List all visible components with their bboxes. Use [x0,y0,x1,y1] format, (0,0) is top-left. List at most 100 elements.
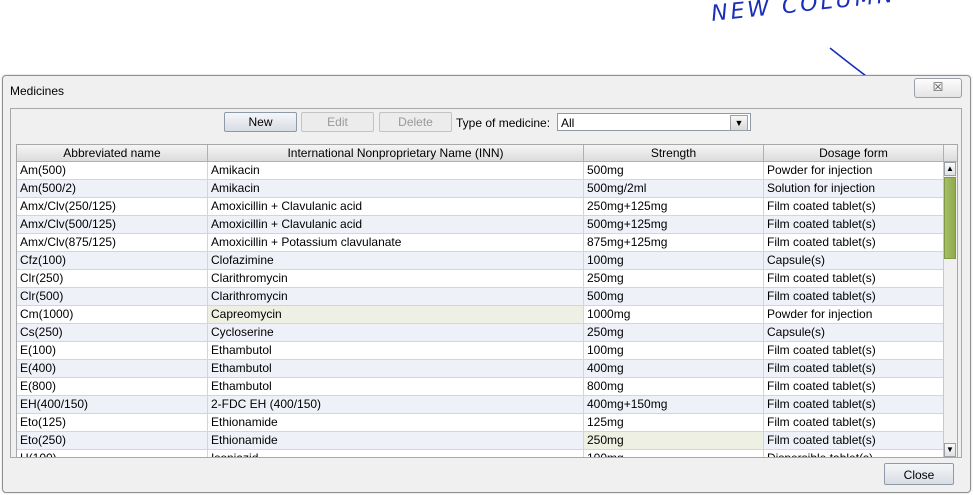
delete-button[interactable]: Delete [379,112,452,132]
table-row[interactable]: E(400) Ethambutol 400mg Film coated tablet(… [17,360,944,378]
cell-dosage-form: Solution for injection [764,180,944,197]
table-row[interactable]: Amx/Clv(500/125) Amoxicillin + Clavulanic… [17,216,944,234]
cell-strength: 500mg [584,162,764,179]
column-header-inn[interactable]: International Nonproprietary Name (INN) [208,145,584,161]
table-row[interactable]: E(800) Ethambutol 800mg Film coated tablet(… [17,378,944,396]
table-row[interactable]: Clr(250) Clarithromycin 250mg Film coated t… [17,270,944,288]
toolbar: New Edit Delete Type of medicine: All ▼ [11,109,961,143]
cell-strength: 100mg [584,342,764,359]
table-body: Am(500) Amikacin 500mg Powder for injection… [17,162,944,457]
table-row[interactable]: Clr(500) Clarithromycin 500mg Film coated t… [17,288,944,306]
scroll-up-icon[interactable]: ▲ [944,162,956,176]
table-row[interactable]: Eto(250) Ethionamide 250mg Film coated tabl… [17,432,944,450]
table-row[interactable]: Am(500) Amikacin 500mg Powder for injection [17,162,944,180]
cell-dosage-form: Film coated tablet(s) [764,396,944,413]
title-bar: Medicines ☒ [3,76,970,104]
cell-abbreviated-name: Eto(125) [17,414,208,431]
table-row[interactable]: Cm(1000) Capreomycin 1000mg Powder for inje… [17,306,944,324]
cell-abbreviated-name: Cs(250) [17,324,208,341]
cell-abbreviated-name: E(100) [17,342,208,359]
cell-dosage-form: Film coated tablet(s) [764,234,944,251]
chevron-down-icon[interactable]: ▼ [730,115,748,131]
cell-strength: 250mg+125mg [584,198,764,215]
cell-abbreviated-name: Am(500/2) [17,180,208,197]
cell-dosage-form: Film coated tablet(s) [764,288,944,305]
cell-inn: Amikacin [208,180,584,197]
cell-strength: 1000mg [584,306,764,323]
table-row[interactable]: Am(500/2) Amikacin 500mg/2ml Solution for i… [17,180,944,198]
cell-abbreviated-name: Cfz(100) [17,252,208,269]
cell-dosage-form: Film coated tablet(s) [764,198,944,215]
window-title: Medicines [10,84,65,98]
cell-inn: Amoxicillin + Clavulanic acid [208,198,584,215]
cell-inn: Isoniazid [208,450,584,457]
cell-inn: Amikacin [208,162,584,179]
table-row[interactable]: Cs(250) Cycloserine 250mg Capsule(s) [17,324,944,342]
cell-strength: 100mg [584,252,764,269]
cell-abbreviated-name: E(400) [17,360,208,377]
cell-inn: 2-FDC EH (400/150) [208,396,584,413]
cell-inn: Ethionamide [208,432,584,449]
cell-strength: 400mg [584,360,764,377]
scroll-down-icon[interactable]: ▼ [944,443,956,457]
table-row[interactable]: Amx/Clv(250/125) Amoxicillin + Clavulanic… [17,198,944,216]
content-panel: New Edit Delete Type of medicine: All ▼ … [10,108,962,458]
cell-dosage-form: Film coated tablet(s) [764,432,944,449]
cell-abbreviated-name: E(800) [17,378,208,395]
cell-strength: 250mg [584,324,764,341]
cell-strength: 250mg [584,270,764,287]
cell-inn: Amoxicillin + Clavulanic acid [208,216,584,233]
cell-inn: Capreomycin [208,306,584,323]
close-icon: ☒ [932,80,944,94]
cell-dosage-form: Powder for injection [764,306,944,323]
cell-strength: 500mg/2ml [584,180,764,197]
cell-abbreviated-name: Amx/Clv(500/125) [17,216,208,233]
cell-inn: Clofazimine [208,252,584,269]
type-of-medicine-select[interactable]: All ▼ [557,113,751,131]
cell-strength: 400mg+150mg [584,396,764,413]
cell-strength: 800mg [584,378,764,395]
column-header-dosage-form[interactable]: Dosage form [764,145,944,161]
cell-inn: Clarithromycin [208,288,584,305]
cell-inn: Ethambutol [208,378,584,395]
column-header-strength[interactable]: Strength [584,145,764,161]
cell-strength: 500mg+125mg [584,216,764,233]
cell-strength: 500mg [584,288,764,305]
cell-dosage-form: Film coated tablet(s) [764,360,944,377]
table-row[interactable]: E(100) Ethambutol 100mg Film coated tablet(… [17,342,944,360]
medicines-table: Abbreviated name International Nonpropri… [16,144,958,458]
cell-strength: 875mg+125mg [584,234,764,251]
vertical-scrollbar[interactable]: ▲ ▼ [943,162,957,457]
cell-dosage-form: Film coated tablet(s) [764,270,944,287]
scrollbar-thumb[interactable] [944,177,956,259]
cell-dosage-form: Film coated tablet(s) [764,378,944,395]
cell-dosage-form: Film coated tablet(s) [764,414,944,431]
table-header: Abbreviated name International Nonpropri… [17,145,957,162]
cell-dosage-form: Film coated tablet(s) [764,342,944,359]
column-header-abbreviated-name[interactable]: Abbreviated name [17,145,208,161]
cell-dosage-form: Film coated tablet(s) [764,216,944,233]
cell-abbreviated-name: Clr(500) [17,288,208,305]
close-button[interactable]: Close [884,463,954,485]
new-button[interactable]: New [224,112,297,132]
cell-abbreviated-name: Cm(1000) [17,306,208,323]
table-row[interactable]: EH(400/150) 2-FDC EH (400/150) 400mg+150mg… [17,396,944,414]
cell-dosage-form: Powder for injection [764,162,944,179]
cell-abbreviated-name: Eto(250) [17,432,208,449]
cell-inn: Ethambutol [208,342,584,359]
table-row[interactable]: H(100)Isoniazid100mgDispersible tablet(s… [17,450,944,457]
window-close-button[interactable]: ☒ [914,78,962,98]
edit-button[interactable]: Edit [301,112,374,132]
table-row[interactable]: Amx/Clv(875/125) Amoxicillin + Potassium … [17,234,944,252]
cell-inn: Ethionamide [208,414,584,431]
type-of-medicine-value: All [561,116,575,130]
cell-strength: 250mg [584,432,764,449]
type-of-medicine-label: Type of medicine: [456,116,551,130]
cell-abbreviated-name: Clr(250) [17,270,208,287]
table-row[interactable]: Eto(125) Ethionamide 125mg Film coated tabl… [17,414,944,432]
cell-abbreviated-name: Amx/Clv(875/125) [17,234,208,251]
cell-dosage-form: Capsule(s) [764,324,944,341]
cell-abbreviated-name: Amx/Clv(250/125) [17,198,208,215]
table-row[interactable]: Cfz(100) Clofazimine 100mg Capsule(s) [17,252,944,270]
medicines-dialog: Medicines ☒ New Edit Delete Type of medi… [2,75,971,493]
